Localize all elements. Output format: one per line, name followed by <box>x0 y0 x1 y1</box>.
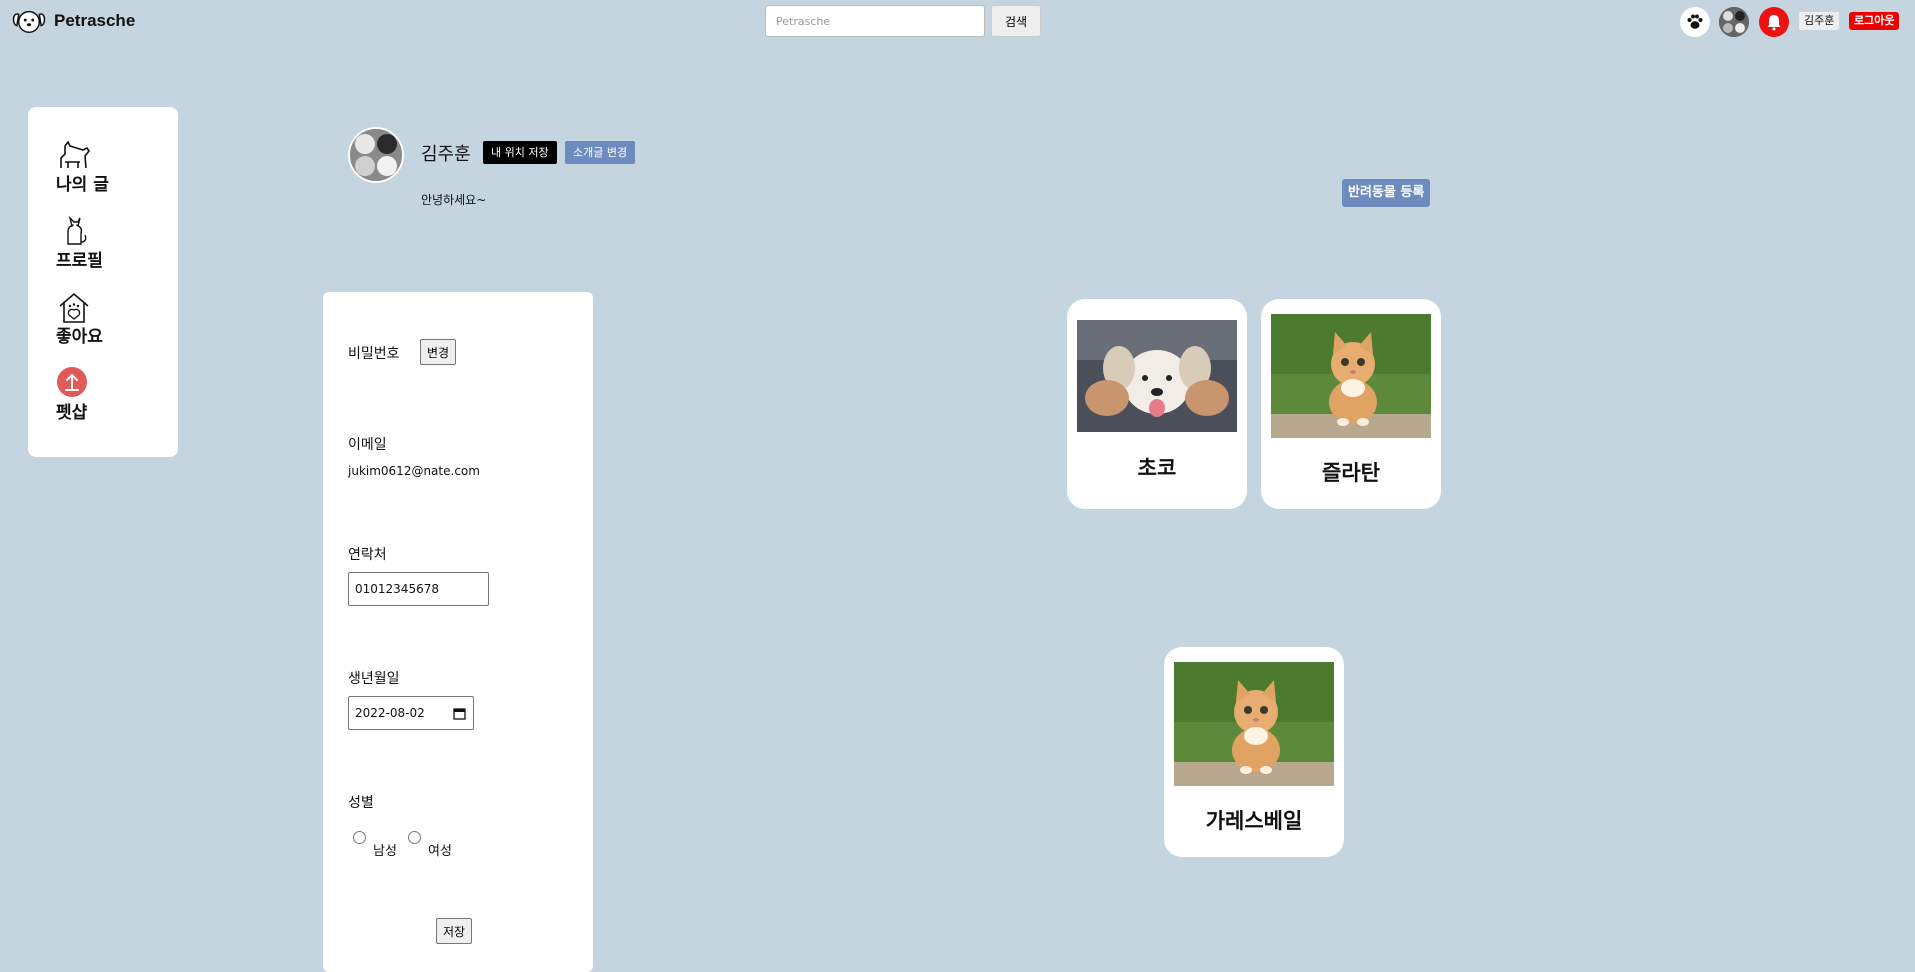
register-pet-button[interactable]: 반려동물 등록 <box>1342 179 1431 207</box>
gender-label: 성별 <box>348 795 374 811</box>
sidebar-item-pet-shop[interactable]: 펫샵 <box>56 366 92 423</box>
app-logo[interactable]: Petrasche <box>10 6 135 36</box>
birthdate-value: 2022-08-02 <box>355 706 425 720</box>
birthdate-field[interactable]: 2022-08-02 <box>348 696 474 730</box>
cat-icon <box>67 215 87 245</box>
search-input[interactable] <box>765 5 985 37</box>
profile-intro: 안녕하세요~ <box>421 193 487 207</box>
kitten-photo <box>1174 662 1334 786</box>
search-button[interactable]: 검색 <box>991 5 1041 37</box>
save-button[interactable]: 저장 <box>436 918 473 944</box>
pet-name: 가레스베일 <box>1205 809 1303 833</box>
password-label: 비밀번호 <box>348 346 400 362</box>
sidebar-item-label: 나의 글 <box>56 175 109 195</box>
sidebar-item-likes[interactable]: 좋아요 <box>56 290 103 347</box>
sidebar-item-my-posts[interactable]: 나의 글 <box>56 138 109 195</box>
sidebar-item-label: 펫샵 <box>56 403 88 423</box>
profile-name: 김주훈 <box>421 144 471 165</box>
phone-field[interactable]: 01012345678 <box>348 572 489 606</box>
gender-female-label: 여성 <box>428 844 452 859</box>
email-label: 이메일 <box>348 437 387 453</box>
puppy-photo <box>1077 320 1237 432</box>
logout-button[interactable]: 로그아웃 <box>1849 12 1900 30</box>
dog-face-logo-icon <box>12 10 46 33</box>
pet-card[interactable]: 초코 <box>1067 299 1247 509</box>
account-form <box>323 292 593 972</box>
sidebar-item-label: 좋아요 <box>56 327 103 347</box>
sidebar-item-label: 프로필 <box>56 251 103 271</box>
pet-house-icon <box>59 292 89 323</box>
logo-text: Petrasche <box>54 11 136 30</box>
pet-card[interactable]: 즐라탄 <box>1261 299 1441 509</box>
header-username[interactable]: 김주훈 <box>1799 12 1840 30</box>
sidebar-item-profile[interactable]: 프로필 <box>56 214 103 271</box>
profile-avatar[interactable] <box>348 127 404 183</box>
paw-icon[interactable] <box>1680 7 1710 37</box>
dog-icon <box>60 140 90 169</box>
change-intro-button[interactable]: 소개글 변경 <box>565 141 636 164</box>
user-avatar-icon[interactable] <box>1719 7 1749 37</box>
pet-name: 초코 <box>1137 456 1177 480</box>
kitten-photo <box>1271 314 1431 438</box>
gender-male-radio[interactable] <box>353 831 366 844</box>
pet-name: 즐라탄 <box>1322 461 1380 485</box>
calendar-icon[interactable] <box>453 707 466 720</box>
gender-female-radio[interactable] <box>408 831 421 844</box>
birthdate-label: 생년월일 <box>348 671 400 687</box>
gender-male-label: 남성 <box>373 844 397 859</box>
email-value: jukim0612@nate.com <box>348 464 480 478</box>
phone-label: 연락처 <box>348 547 387 563</box>
upload-icon <box>57 367 87 397</box>
bell-icon[interactable] <box>1759 7 1789 37</box>
save-location-button[interactable]: 내 위치 저장 <box>483 141 557 164</box>
password-change-button[interactable]: 변경 <box>420 339 457 365</box>
pet-card[interactable]: 가레스베일 <box>1164 647 1344 857</box>
